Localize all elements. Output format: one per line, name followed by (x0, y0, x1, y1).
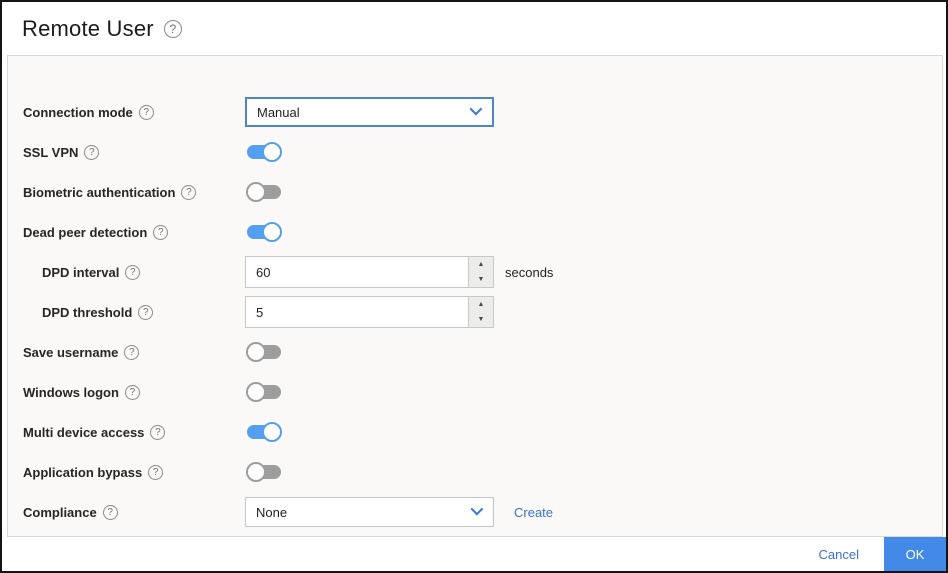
row-save-username: Save username ? (8, 332, 942, 372)
toggle-knob (262, 142, 282, 162)
connection-mode-select[interactable]: Manual (245, 97, 494, 127)
toggle-knob (246, 342, 266, 362)
compliance-select[interactable]: None (245, 497, 494, 527)
ssl-vpn-label-cell: SSL VPN ? (23, 144, 245, 160)
compliance-value: None (256, 504, 288, 520)
row-dpd-threshold: DPD threshold ? ▲ ▼ (8, 292, 942, 332)
dpd-interval-suffix: seconds (505, 264, 554, 280)
windows-logon-toggle[interactable] (246, 382, 281, 402)
connection-mode-label: Connection mode (23, 104, 133, 120)
dpd-interval-help-icon[interactable]: ? (125, 264, 141, 280)
dead-peer-detection-toggle[interactable] (247, 222, 282, 242)
application-bypass-toggle[interactable] (246, 462, 281, 482)
dpd-threshold-label-cell: DPD threshold ? (23, 304, 245, 320)
compliance-label: Compliance (23, 504, 97, 520)
windows-logon-control (245, 382, 281, 402)
compliance-control: None Create (245, 497, 553, 527)
ssl-vpn-toggle[interactable] (247, 142, 282, 162)
save-username-toggle[interactable] (246, 342, 281, 362)
row-ssl-vpn: SSL VPN ? (8, 132, 942, 172)
dpd-interval-control: ▲ ▼ seconds (245, 256, 553, 288)
toggle-knob (246, 182, 266, 202)
multi-device-access-control (245, 422, 282, 442)
dead-peer-detection-label: Dead peer detection (23, 224, 148, 240)
row-dead-peer-detection: Dead peer detection ? (8, 212, 942, 252)
ssl-vpn-label: SSL VPN (23, 144, 79, 160)
application-bypass-help-icon[interactable]: ? (148, 464, 164, 480)
connection-mode-value: Manual (257, 104, 300, 120)
toggle-knob (246, 462, 266, 482)
ssl-vpn-help-icon[interactable]: ? (84, 144, 100, 160)
compliance-label-cell: Compliance ? (23, 504, 245, 520)
spinner-down-icon[interactable]: ▼ (469, 312, 493, 327)
biometric-authentication-label-cell: Biometric authentication ? (23, 184, 245, 200)
dpd-threshold-label: DPD threshold (42, 304, 133, 320)
windows-logon-label: Windows logon (23, 384, 119, 400)
dpd-threshold-input[interactable] (246, 297, 468, 327)
dpd-threshold-control: ▲ ▼ (245, 296, 494, 328)
biometric-authentication-control (245, 182, 281, 202)
dpd-threshold-help-icon[interactable]: ? (138, 304, 154, 320)
ok-button[interactable]: OK (884, 537, 946, 571)
dpd-threshold-field: ▲ ▼ (245, 296, 494, 328)
row-connection-mode: Connection mode ? Manual (8, 92, 942, 132)
row-biometric-authentication: Biometric authentication ? (8, 172, 942, 212)
dpd-interval-label: DPD interval (42, 264, 120, 280)
chevron-down-icon (470, 502, 484, 516)
row-dpd-interval: DPD interval ? ▲ ▼ seconds (8, 252, 942, 292)
spinner-up-icon[interactable]: ▲ (469, 297, 493, 312)
dpd-interval-stepper: ▲ ▼ (468, 257, 493, 287)
compliance-help-icon[interactable]: ? (102, 504, 118, 520)
multi-device-access-label-cell: Multi device access ? (23, 424, 245, 440)
save-username-label: Save username (23, 344, 119, 360)
biometric-authentication-toggle[interactable] (246, 182, 281, 202)
remote-user-dialog: { "dialog": { "title": "Remote User" }, … (0, 0, 948, 573)
page-title: Remote User (22, 15, 154, 41)
cancel-button[interactable]: Cancel (819, 547, 859, 562)
multi-device-access-help-icon[interactable]: ? (150, 424, 166, 440)
application-bypass-label-cell: Application bypass ? (23, 464, 245, 480)
dpd-interval-field: ▲ ▼ (245, 256, 494, 288)
title-help-icon[interactable]: ? (163, 19, 182, 38)
application-bypass-control (245, 462, 281, 482)
toggle-knob (262, 422, 282, 442)
settings-form: Connection mode ? Manual SSL VPN ? Biome… (7, 55, 943, 537)
dead-peer-detection-control (245, 222, 282, 242)
row-application-bypass: Application bypass ? (8, 452, 942, 492)
biometric-authentication-help-icon[interactable]: ? (181, 184, 197, 200)
dead-peer-detection-help-icon[interactable]: ? (153, 224, 169, 240)
multi-device-access-toggle[interactable] (247, 422, 282, 442)
windows-logon-label-cell: Windows logon ? (23, 384, 245, 400)
create-compliance-link[interactable]: Create (514, 505, 553, 520)
connection-mode-help-icon[interactable]: ? (138, 104, 154, 120)
row-multi-device-access: Multi device access ? (8, 412, 942, 452)
dialog-footer: Cancel OK (2, 537, 946, 571)
windows-logon-help-icon[interactable]: ? (124, 384, 140, 400)
row-compliance: Compliance ? None Create (8, 492, 942, 532)
chevron-down-icon (469, 102, 483, 116)
save-username-help-icon[interactable]: ? (124, 344, 140, 360)
multi-device-access-label: Multi device access (23, 424, 145, 440)
ssl-vpn-control (245, 142, 282, 162)
toggle-knob (262, 222, 282, 242)
dpd-interval-input[interactable] (246, 257, 468, 287)
dead-peer-detection-label-cell: Dead peer detection ? (23, 224, 245, 240)
row-windows-logon: Windows logon ? (8, 372, 942, 412)
dialog-header: Remote User ? (2, 2, 946, 55)
save-username-control (245, 342, 281, 362)
connection-mode-label-cell: Connection mode ? (23, 104, 245, 120)
spinner-up-icon[interactable]: ▲ (469, 257, 493, 272)
toggle-knob (246, 382, 266, 402)
save-username-label-cell: Save username ? (23, 344, 245, 360)
spinner-down-icon[interactable]: ▼ (469, 272, 493, 287)
connection-mode-control: Manual (245, 97, 494, 127)
dpd-threshold-stepper: ▲ ▼ (468, 297, 493, 327)
biometric-authentication-label: Biometric authentication (23, 184, 176, 200)
dpd-interval-label-cell: DPD interval ? (23, 264, 245, 280)
application-bypass-label: Application bypass (23, 464, 143, 480)
